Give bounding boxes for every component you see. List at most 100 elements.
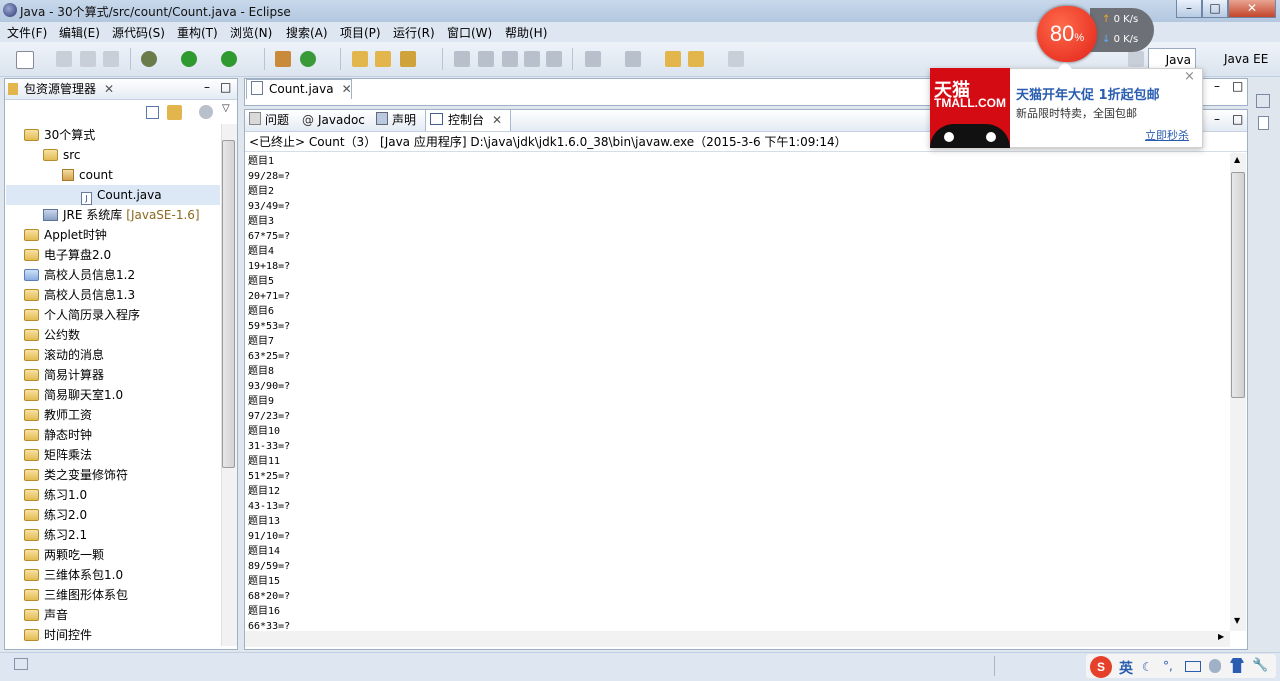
menu-source[interactable]: 源代码(S) (112, 24, 165, 41)
last-edit-location-icon[interactable] (665, 51, 681, 67)
tree-item[interactable]: 声音 (6, 605, 220, 625)
network-speed-box[interactable]: ↑ 0 K/s ↓ 0 K/s (1090, 8, 1154, 52)
external-tools-icon[interactable] (221, 51, 237, 67)
menu-project[interactable]: 项目(P) (340, 24, 381, 41)
menu-refactor[interactable]: 重构(T) (177, 24, 218, 41)
link-with-editor-icon[interactable] (167, 105, 182, 120)
popup-link[interactable]: 立即秒杀 (1145, 127, 1189, 143)
maximize-editor-icon[interactable]: □ (1232, 79, 1243, 93)
tab-problems[interactable]: 问题 (249, 110, 289, 131)
tree-item[interactable]: 简易计算器 (6, 365, 220, 385)
tree-item[interactable]: 个人简历录入程序 (6, 305, 220, 325)
menu-window[interactable]: 窗口(W) (447, 24, 492, 41)
tree-item[interactable]: 矩阵乘法 (6, 445, 220, 465)
tmall-logo[interactable]: 天猫 TMALL.COM (930, 68, 1010, 148)
menu-help[interactable]: 帮助(H) (505, 24, 547, 41)
next-annotation-icon[interactable] (585, 51, 601, 67)
tree-item[interactable]: 30个算式 (6, 125, 220, 145)
menu-run[interactable]: 运行(R) (393, 24, 435, 41)
new-icon[interactable] (16, 51, 34, 69)
maximize-view-icon[interactable]: □ (220, 79, 231, 95)
maximize-button[interactable]: □ (1202, 0, 1228, 18)
maximize-console-icon[interactable]: □ (1232, 112, 1243, 126)
open-perspective-icon[interactable] (1128, 51, 1144, 67)
minimize-button[interactable]: – (1176, 0, 1202, 18)
close-button[interactable]: ✕ (1228, 0, 1276, 18)
menu-navigate[interactable]: 浏览(N) (230, 24, 272, 41)
mark-occurrences-icon[interactable] (502, 51, 518, 67)
tree-item[interactable]: 练习1.0 (6, 485, 220, 505)
block-selection-icon[interactable] (524, 51, 540, 67)
minimize-editor-icon[interactable]: – (1214, 79, 1220, 93)
tab-declaration[interactable]: 声明 (376, 110, 416, 131)
tree-item[interactable]: src (6, 145, 220, 165)
tree-item[interactable]: J Count.java (6, 185, 220, 205)
save-all-icon[interactable] (80, 51, 96, 67)
tree-item[interactable]: 三维图形体系包 (6, 585, 220, 605)
sogou-logo-icon[interactable]: S (1090, 656, 1112, 678)
annotation-icon[interactable] (454, 51, 470, 67)
moon-icon[interactable]: ☾ (1142, 660, 1153, 674)
close-icon[interactable]: ✕ (492, 113, 502, 127)
save-icon[interactable] (56, 51, 72, 67)
tree-scrollbar-thumb[interactable] (222, 140, 235, 468)
user-icon[interactable] (1209, 659, 1221, 673)
console-output[interactable]: 题目1 99/28=? 题目2 93/49=? 题目3 67*75=? 题目4 19+18=?… (245, 153, 1230, 631)
run-icon[interactable] (181, 51, 197, 67)
back-arrow-icon[interactable] (688, 51, 704, 67)
tree-item[interactable]: 静态时钟 (6, 425, 220, 445)
fast-view-icon[interactable] (14, 658, 28, 670)
tree-item[interactable]: Applet时钟 (6, 225, 220, 245)
restore-icon[interactable] (1256, 94, 1270, 108)
scroll-up-icon[interactable]: ▲ (1234, 155, 1240, 164)
keyboard-icon[interactable] (1185, 661, 1201, 672)
console-horizontal-scrollbar[interactable] (245, 631, 1230, 647)
print-icon[interactable] (103, 51, 119, 67)
tree-item[interactable]: 简易聊天室1.0 (6, 385, 220, 405)
menu-search[interactable]: 搜索(A) (286, 24, 328, 41)
popup-close-icon[interactable]: × (1184, 69, 1195, 84)
memory-speedup-ball[interactable]: 80% (1037, 6, 1097, 62)
tab-javadoc[interactable]: @ Javadoc (302, 110, 365, 131)
open-type-icon[interactable] (352, 51, 368, 67)
tree-item[interactable]: 练习2.1 (6, 525, 220, 545)
close-icon[interactable]: ✕ (104, 82, 114, 96)
tree-item[interactable]: 高校人员信息1.2 (6, 265, 220, 285)
ime-mode-label[interactable]: 英 (1119, 658, 1133, 678)
tree-item[interactable]: 三维体系包1.0 (6, 565, 220, 585)
punctuation-icon[interactable]: °, (1163, 659, 1173, 673)
perspective-java[interactable]: Java (1148, 48, 1196, 70)
editor-tab-count-java[interactable]: Count.java ✕ (246, 79, 352, 99)
menu-edit[interactable]: 编辑(E) (59, 24, 100, 41)
tree-item[interactable]: 练习2.0 (6, 505, 220, 525)
popup-title[interactable]: 天猫开年大促 1折起包邮 (1016, 84, 1160, 103)
tree-item[interactable]: 两颗吃一颗 (6, 545, 220, 565)
prev-annotation-icon[interactable] (625, 51, 641, 67)
new-java-project-icon[interactable] (275, 51, 291, 67)
scroll-down-icon[interactable]: ▼ (1234, 616, 1240, 625)
console-vertical-scrollbar-thumb[interactable] (1231, 172, 1245, 398)
scroll-right-icon[interactable]: ▶ (1218, 632, 1224, 641)
debug-icon[interactable] (141, 51, 157, 67)
forward-arrow-icon[interactable] (728, 51, 744, 67)
tree-item[interactable]: 时间控件 (6, 625, 220, 645)
minimize-view-icon[interactable]: – (204, 79, 210, 95)
tab-console[interactable]: 控制台 ✕ (425, 110, 511, 131)
close-icon[interactable]: ✕ (342, 82, 352, 96)
menu-file[interactable]: 文件(F) (7, 24, 47, 41)
outline-view-icon[interactable] (1258, 116, 1269, 130)
chevron-down-icon[interactable]: ▽ (222, 103, 230, 114)
package-explorer-tab[interactable]: 包资源管理器 ✕ (8, 79, 114, 99)
pen-icon[interactable] (478, 51, 494, 67)
tree-item[interactable]: 教师工资 (6, 405, 220, 425)
collapse-all-icon[interactable] (146, 106, 159, 119)
tree-item[interactable]: 电子算盘2.0 (6, 245, 220, 265)
tree-item[interactable]: 滚动的消息 (6, 345, 220, 365)
show-whitespace-icon[interactable] (546, 51, 562, 67)
perspective-javaee[interactable]: Java EE (1206, 48, 1268, 70)
tree-item[interactable]: 高校人员信息1.3 (6, 285, 220, 305)
tree-item[interactable]: 类之变量修饰符 (6, 465, 220, 485)
new-class-icon[interactable] (300, 51, 316, 67)
view-menu-icon[interactable] (199, 105, 213, 119)
minimize-console-icon[interactable]: – (1214, 112, 1220, 126)
